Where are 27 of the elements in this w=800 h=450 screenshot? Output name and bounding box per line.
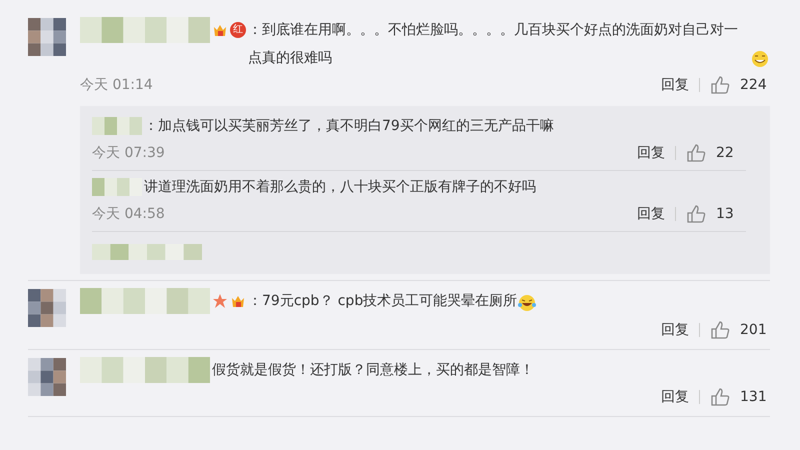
emoji-icon — [750, 48, 770, 68]
reply-link[interactable]: 回复 — [661, 76, 689, 94]
like-count: 201 — [740, 322, 768, 338]
like-count: 22 — [716, 145, 735, 161]
like-count: 131 — [740, 389, 768, 405]
reply-text: 讲道理洗面奶用不着那么贵的，八十块买个正版有牌子的不好吗 — [144, 179, 536, 195]
thumbs-up-icon[interactable] — [710, 387, 730, 407]
thumbs-up-icon[interactable] — [686, 204, 706, 224]
comment-text: 假货就是假货！还打版？同意楼上，买的都是智障！ — [212, 361, 534, 380]
thumbs-up-icon[interactable] — [686, 143, 706, 163]
like-count: 224 — [740, 77, 768, 93]
thumbs-up-icon[interactable] — [710, 75, 730, 95]
emoji-icon — [517, 293, 538, 313]
comment-text: ：到底谁在用啊。。。不怕烂脸吗。。。。几百块买个好点的洗面奶对自己对一点真的很难吗 — [248, 21, 739, 68]
reply-link[interactable]: 回复 — [661, 321, 689, 339]
like-count: 13 — [716, 206, 735, 222]
star-icon — [212, 293, 228, 309]
reply-link[interactable]: 回复 — [637, 144, 665, 162]
thumbs-up-icon[interactable] — [710, 320, 730, 340]
reply-link[interactable]: 回复 — [637, 205, 665, 223]
reply-link[interactable]: 回复 — [661, 388, 689, 406]
badge-icon: 红 — [230, 22, 246, 38]
timestamp: 今天 04:58 — [92, 205, 165, 223]
reply-text: ：加点钱可以买芙丽芳丝了，真不明白79买个网红的三无产品干嘛 — [144, 118, 554, 134]
timestamp: 今天 07:39 — [92, 144, 165, 162]
timestamp: 今天 01:14 — [80, 76, 153, 94]
comment-text: ：79元cpb？ cpb技术员工可能哭晕在厕所 — [248, 292, 518, 311]
